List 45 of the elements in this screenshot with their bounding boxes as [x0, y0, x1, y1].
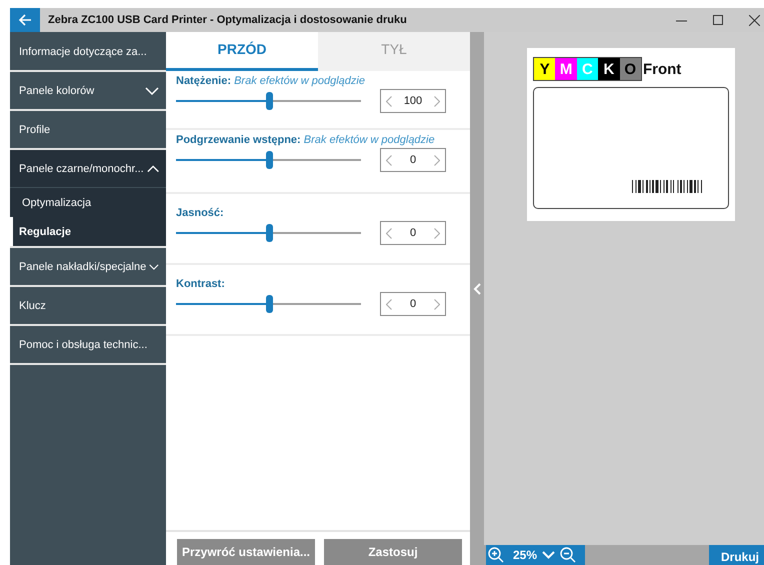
number-stepper[interactable]: 0: [380, 221, 446, 245]
chevron-left-icon[interactable]: [386, 96, 392, 106]
slider-thumb[interactable]: [266, 295, 272, 313]
chevron-down-icon[interactable]: [149, 262, 159, 270]
ribbon-panel: O: [620, 58, 641, 80]
slider[interactable]: [176, 92, 361, 110]
zoom-out-icon[interactable]: [560, 547, 576, 563]
sidebar-item[interactable]: Panele czarne/monochr...: [10, 150, 166, 188]
slider-thumb[interactable]: [266, 92, 272, 110]
window-title: Zebra ZC100 USB Card Printer - Optymalizacja i dostosowanie druku: [48, 14, 408, 26]
chevron-down-icon[interactable]: [542, 551, 556, 559]
chevron-left-icon[interactable]: [386, 154, 392, 166]
chevron-right-icon[interactable]: [434, 228, 440, 238]
number-stepper[interactable]: 100: [380, 89, 446, 113]
chevron-right-icon[interactable]: [434, 298, 440, 310]
sidebar-subitem[interactable]: Optymalizacja: [10, 188, 166, 217]
close-icon[interactable]: [749, 14, 760, 26]
ribbon-panel: Y: [534, 58, 556, 80]
print-button[interactable]: Drukuj: [709, 545, 764, 565]
zoom-in-icon[interactable]: [488, 547, 504, 563]
chevron-left-icon[interactable]: [386, 228, 392, 238]
setting-label: Kontrast:: [176, 278, 226, 290]
number-stepper[interactable]: 0: [380, 148, 446, 172]
zoom-value: 25%: [513, 548, 538, 562]
chevron-left-icon[interactable]: [386, 298, 392, 310]
maximize-icon[interactable]: [713, 15, 723, 25]
number-stepper[interactable]: 0: [380, 292, 446, 316]
slider[interactable]: [176, 295, 361, 313]
setting-label: Podgrzewanie wstępne: Brak efektów w podglądzie: [176, 134, 436, 146]
ribbon-panel: M: [555, 58, 577, 80]
chevron-up-icon[interactable]: [146, 164, 159, 172]
setting-label: Jasność:: [176, 207, 225, 219]
side-label: Front: [642, 60, 682, 78]
back-button[interactable]: [10, 8, 40, 32]
chevron-right-icon[interactable]: [434, 154, 440, 166]
setting-label: Natężenie: Brak efektów w podglądzie: [176, 75, 366, 87]
ribbon-panel: C: [576, 58, 598, 80]
slider-thumb[interactable]: [266, 224, 272, 242]
slider-thumb[interactable]: [266, 151, 272, 169]
chevron-down-icon[interactable]: [145, 86, 159, 94]
chevron-right-icon[interactable]: [434, 96, 440, 106]
slider[interactable]: [176, 224, 361, 242]
ribbon-panel: K: [598, 58, 620, 80]
slider[interactable]: [176, 151, 361, 169]
back-arrow-icon: [18, 13, 32, 27]
